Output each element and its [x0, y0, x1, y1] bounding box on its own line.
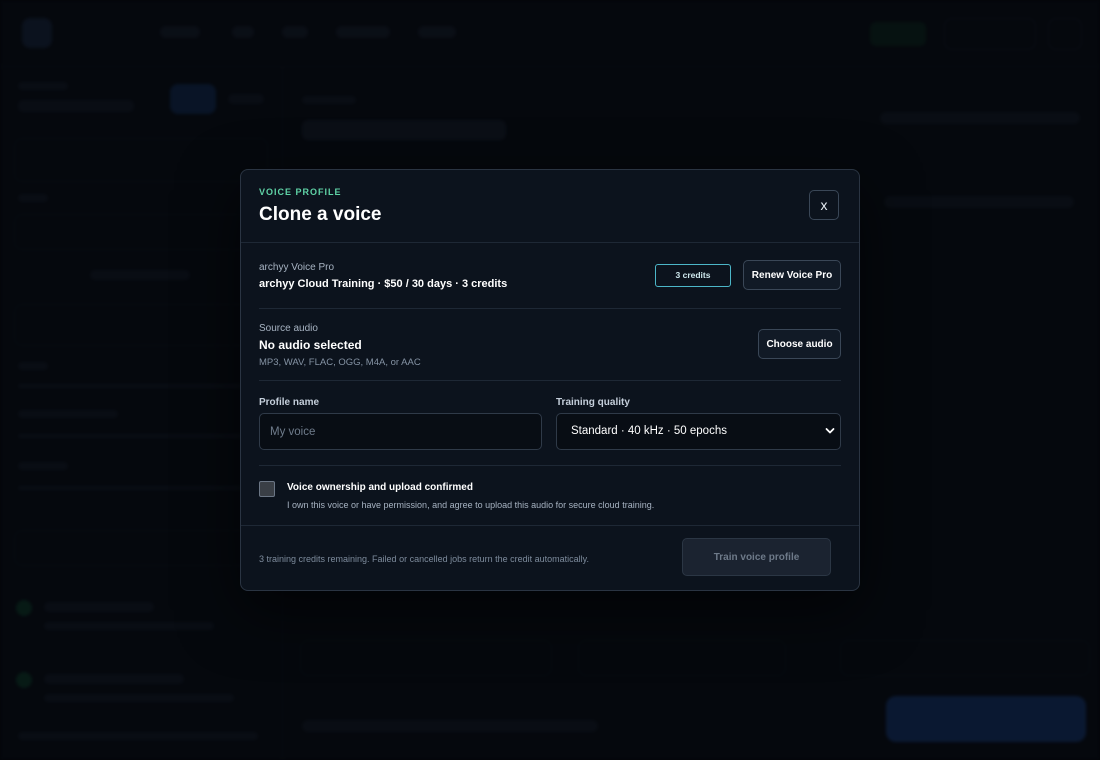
credits-remaining-note: 3 training credits remaining. Failed or …: [259, 554, 589, 564]
section-divider: [259, 308, 841, 309]
header-divider: [241, 242, 859, 243]
source-audio-value: No audio selected: [259, 338, 362, 352]
profile-name-input[interactable]: [259, 413, 542, 450]
section-divider: [259, 380, 841, 381]
consent-title: Voice ownership and upload confirmed: [287, 482, 473, 493]
training-quality-value: Standard · 40 kHz · 50 epochs: [571, 425, 727, 437]
close-button[interactable]: x: [809, 190, 839, 220]
dialog-eyebrow: VOICE PROFILE: [259, 187, 342, 197]
profile-name-label: Profile name: [259, 397, 320, 408]
choose-audio-button[interactable]: Choose audio: [758, 329, 841, 359]
section-divider: [259, 465, 841, 466]
renew-voice-pro-button[interactable]: Renew Voice Pro: [743, 260, 841, 290]
chevron-down-icon: [825, 428, 835, 434]
footer-divider: [241, 525, 859, 526]
plan-details: archyy Cloud Training · $50 / 30 days · …: [259, 278, 508, 290]
training-quality-label: Training quality: [556, 397, 630, 408]
dialog-title: Clone a voice: [259, 204, 382, 225]
train-voice-profile-button[interactable]: Train voice profile: [682, 538, 831, 576]
credits-badge: 3 credits: [655, 264, 731, 287]
clone-voice-dialog: VOICE PROFILE Clone a voice x archyy Voi…: [240, 169, 860, 591]
training-quality-select[interactable]: Standard · 40 kHz · 50 epochs: [556, 413, 841, 450]
plan-name: archyy Voice Pro: [259, 262, 335, 273]
consent-description: I own this voice or have permission, and…: [287, 500, 655, 510]
source-audio-label: Source audio: [259, 323, 318, 334]
source-audio-formats: MP3, WAV, FLAC, OGG, M4A, or AAC: [259, 357, 421, 368]
ownership-confirm-checkbox[interactable]: [259, 481, 275, 497]
